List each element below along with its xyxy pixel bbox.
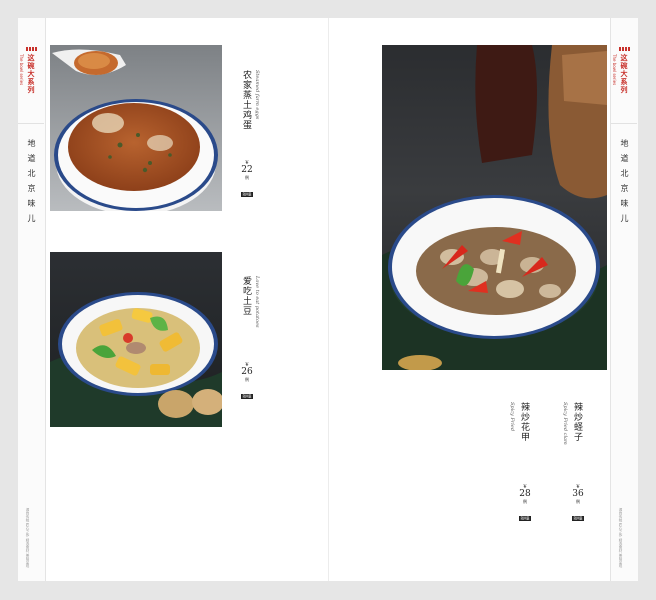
dish-english-name: Spicy Fried (509, 402, 515, 432)
price-value: 26 (241, 367, 253, 377)
menu-spread: 这碗大系列 The bowl series 地道北京味儿 源自传统 匠心之作 精… (18, 18, 638, 581)
left-side-strip: 这碗大系列 The bowl series 地道北京味儿 源自传统 匠心之作 精… (18, 18, 46, 581)
region-title: 地道北京味儿 (27, 139, 36, 229)
dish-name: 辣炒蛏子 (572, 402, 582, 442)
price-value: 36 (572, 489, 584, 499)
series-mark-icon (619, 47, 631, 51)
dish-english-name: Spicy Fried clam (562, 402, 568, 445)
price-unit: 例 (245, 377, 249, 382)
price-tag: ¥ 36 例 RMB (568, 484, 588, 524)
page-gutter (328, 18, 329, 581)
dish-name: 辣炒花甲 (519, 402, 529, 442)
price-unit: 例 (523, 499, 527, 504)
dish-photo-steamed-eggs (50, 45, 222, 211)
divider (611, 123, 637, 124)
price-tag: ¥ 28 例 RMB (515, 484, 535, 524)
dish-photo-potatoes (50, 252, 222, 427)
dish-photo-clams (382, 45, 607, 370)
series-subtitle: The bowl series (612, 54, 617, 86)
dish-english-name: Steamed farm eggs (254, 70, 260, 120)
price-tag: ¥ 26 例 RMB (237, 362, 257, 402)
series-mark-icon (26, 47, 38, 51)
right-side-strip: 这碗大系列 The bowl series 地道北京味儿 源自传统 匠心之作 精… (610, 18, 638, 581)
price-unit: 例 (245, 175, 249, 180)
dish-name: 爱吃土豆 (241, 276, 251, 316)
rmb-badge: RMB (240, 394, 254, 399)
region-title: 地道北京味儿 (620, 139, 629, 229)
series-title: 这碗大系列 (27, 54, 36, 94)
dish-english-name: Love to eat potatoes (254, 276, 260, 328)
series-title: 这碗大系列 (620, 54, 629, 94)
footer-note: 源自传统 匠心之作 精选食材 美味呈现 (619, 508, 623, 568)
rmb-badge: RMB (571, 516, 585, 521)
rmb-badge: RMB (240, 192, 254, 197)
price-unit: 例 (576, 499, 580, 504)
dish-name: 农家蒸土鸡蛋 (241, 70, 251, 130)
price-value: 22 (241, 165, 253, 175)
price-value: 28 (519, 489, 531, 499)
price-tag: ¥ 22 例 RMB (237, 160, 257, 200)
series-subtitle: The bowl series (19, 54, 24, 86)
footer-note: 源自传统 匠心之作 精选食材 美味呈现 (26, 508, 30, 568)
rmb-badge: RMB (518, 516, 532, 521)
divider (18, 123, 44, 124)
